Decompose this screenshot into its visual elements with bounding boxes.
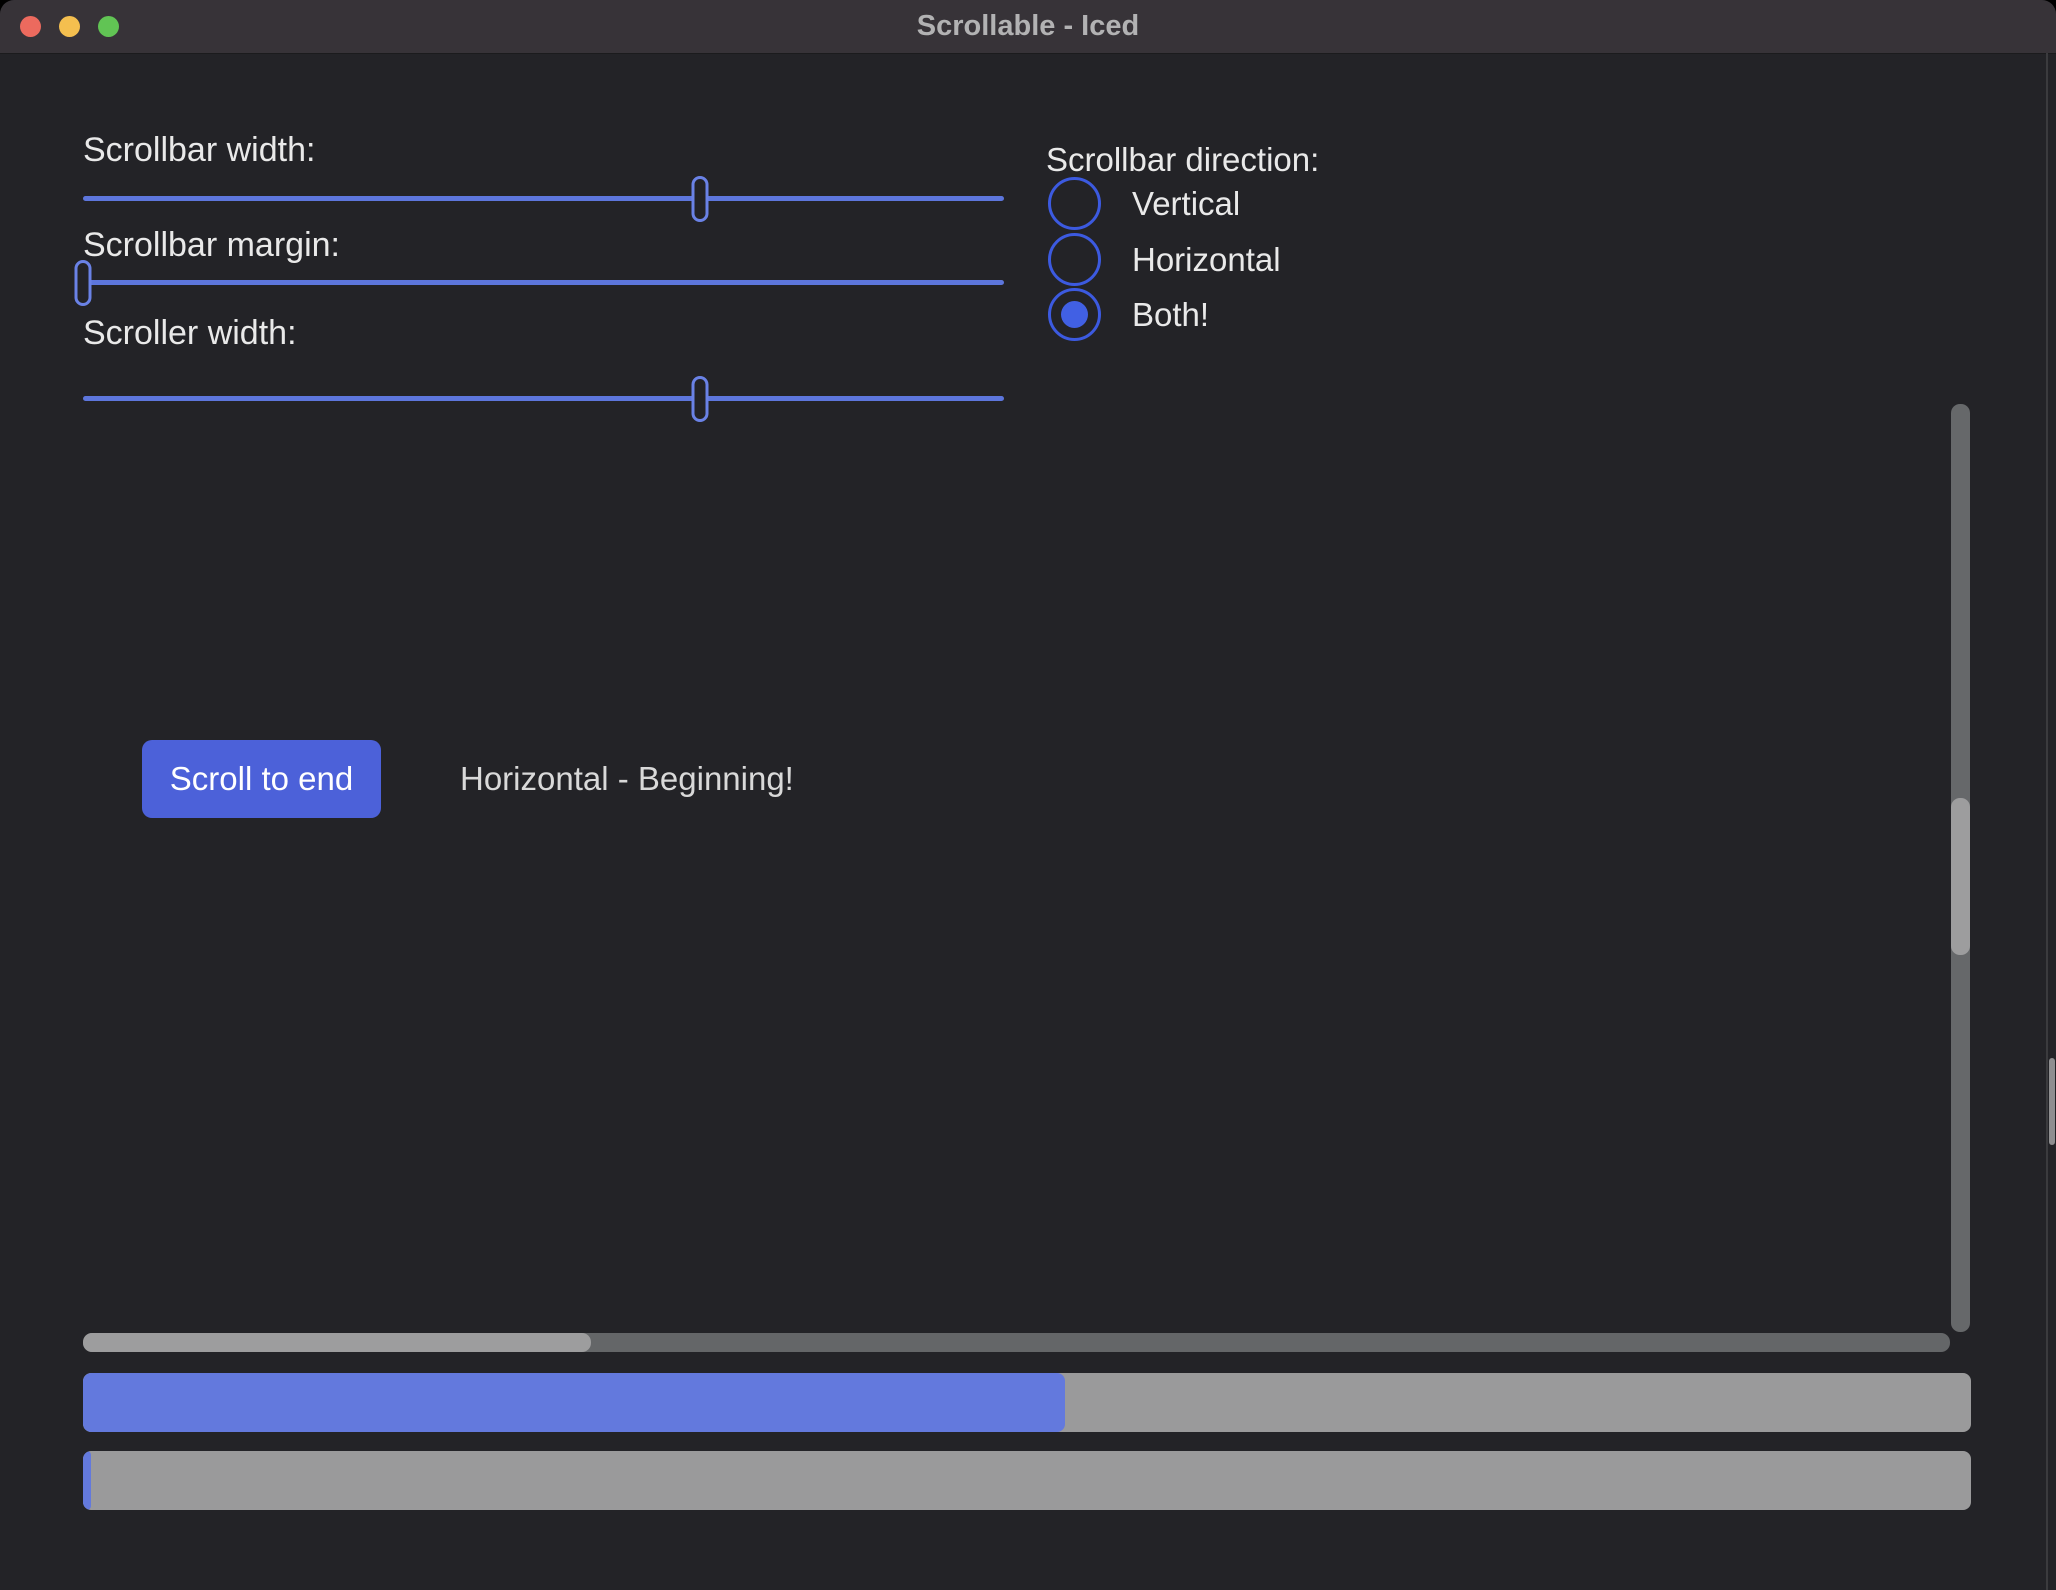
radio-option-label: Vertical (1132, 185, 1240, 223)
scrollbar-width-slider[interactable] (83, 176, 1004, 222)
scrollbar-margin-slider[interactable] (83, 260, 1004, 306)
window-edge-line (2046, 53, 2048, 1590)
progress-fill (83, 1451, 91, 1510)
outer-scrollbar-thumb[interactable] (2049, 1058, 2055, 1145)
horizontal-progress-bar (83, 1373, 1971, 1432)
slider-handle[interactable] (75, 260, 92, 306)
radio-circle-icon[interactable] (1048, 177, 1101, 230)
radio-option-label: Horizontal (1132, 241, 1281, 279)
slider-handle[interactable] (692, 176, 709, 222)
slider-rail[interactable] (83, 196, 1004, 201)
app-window: Scrollable - Iced Scrollbar width: Scrol… (0, 0, 2056, 1590)
vertical-progress-bar (83, 1451, 1971, 1510)
scrollbar-margin-label: Scrollbar margin: (83, 225, 340, 265)
radio-circle-icon[interactable] (1048, 233, 1101, 286)
titlebar[interactable]: Scrollable - Iced (0, 0, 2056, 54)
slider-rail[interactable] (83, 280, 1004, 285)
radio-option-horizontal[interactable]: Horizontal (1048, 233, 1281, 286)
slider-rail[interactable] (83, 396, 1004, 401)
radio-option-label: Both! (1132, 296, 1209, 334)
scrollbar-direction-label: Scrollbar direction: (1046, 140, 1319, 180)
vertical-scrollbar[interactable] (1951, 404, 1970, 1332)
slider-handle[interactable] (692, 376, 709, 422)
scroller-width-label: Scroller width: (83, 313, 297, 353)
scroll-status-text: Horizontal - Beginning! (460, 740, 794, 818)
radio-option-vertical[interactable]: Vertical (1048, 177, 1240, 230)
scroll-to-end-button[interactable]: Scroll to end (142, 740, 381, 818)
progress-fill (83, 1373, 1065, 1432)
vertical-scroller[interactable] (1951, 798, 1970, 955)
scrollbar-width-label: Scrollbar width: (83, 130, 315, 170)
window-title: Scrollable - Iced (0, 0, 2056, 53)
horizontal-scrollbar[interactable] (83, 1333, 1950, 1352)
radio-circle-icon[interactable] (1048, 288, 1101, 341)
radio-option-both[interactable]: Both! (1048, 288, 1209, 341)
horizontal-scroller[interactable] (83, 1333, 591, 1352)
scroller-width-slider[interactable] (83, 376, 1004, 422)
radio-selected-dot-icon (1061, 301, 1088, 328)
